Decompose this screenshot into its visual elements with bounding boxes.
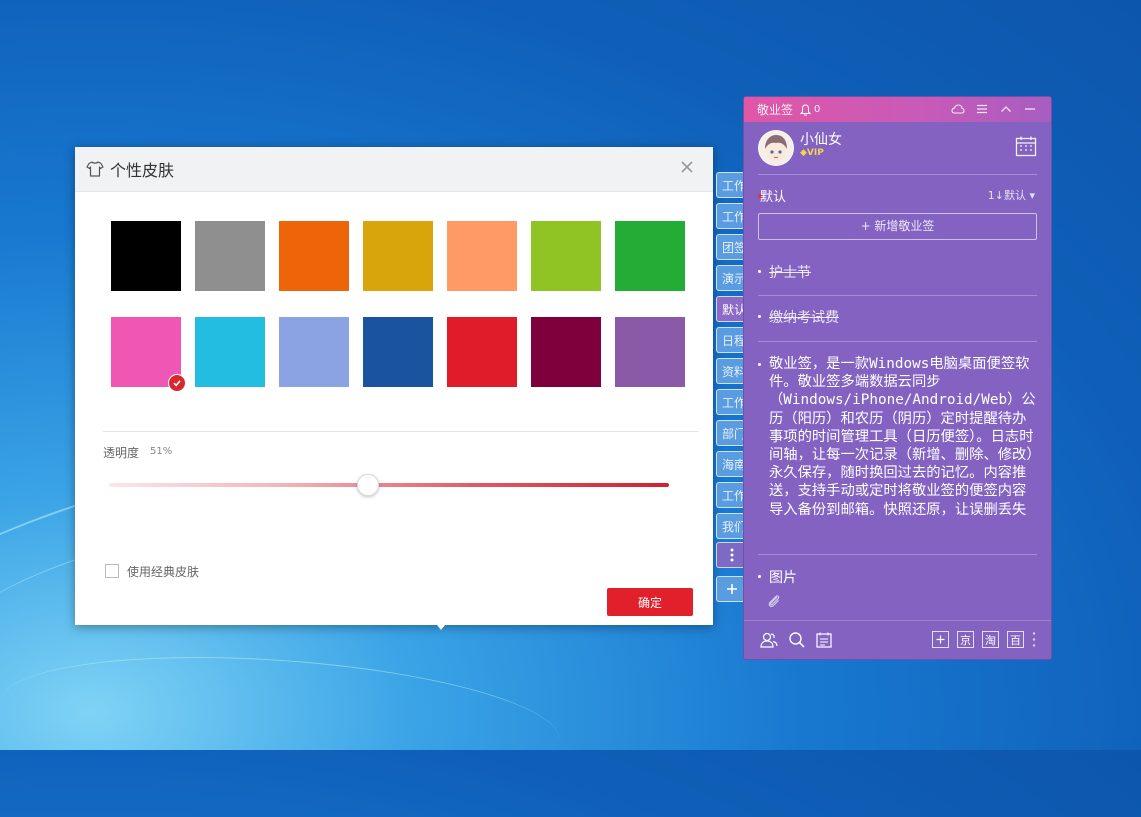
taobao-shortcut-icon[interactable]: 淘 — [982, 631, 999, 648]
username: 小仙女 — [800, 132, 842, 148]
confirm-button[interactable]: 确定 — [607, 588, 693, 616]
side-tab[interactable]: 我们 — [716, 513, 746, 539]
vip-badge: ◆VIP — [800, 148, 824, 158]
side-tab[interactable]: 部门 — [716, 420, 746, 446]
side-tab[interactable]: 日程 — [716, 327, 746, 353]
side-tab[interactable]: 海南 — [716, 451, 746, 477]
minimize-icon[interactable] — [1023, 102, 1037, 116]
bell-icon[interactable] — [800, 103, 812, 116]
opacity-slider-thumb[interactable] — [356, 474, 379, 496]
dialog-pointer — [437, 625, 445, 630]
side-tab[interactable]: 演示 — [716, 265, 746, 291]
divider — [758, 295, 1037, 296]
color-swatch[interactable] — [279, 221, 349, 291]
divider — [758, 174, 1037, 175]
caret-down-icon: ▾ — [1029, 189, 1035, 202]
note-item[interactable]: 缴纳考试费 — [758, 307, 1037, 327]
cloud-sync-icon[interactable] — [951, 102, 965, 116]
side-tab[interactable]: 工作 — [716, 389, 746, 415]
dialog-title: 个性皮肤 — [110, 161, 175, 180]
color-swatch[interactable] — [195, 317, 265, 387]
panel-bottom-bar: 京 淘 百 — [744, 621, 1051, 659]
search-icon[interactable] — [788, 631, 806, 649]
titlebar-controls — [951, 102, 1037, 116]
selected-check-icon — [168, 374, 186, 392]
color-swatch[interactable] — [615, 221, 685, 291]
panel-titlebar[interactable]: 敬业签 0 — [744, 97, 1051, 122]
side-tab[interactable]: 工作 — [716, 172, 746, 198]
color-swatch[interactable] — [111, 317, 186, 392]
avatar[interactable] — [758, 130, 794, 166]
vip-badge-label: VIP — [806, 148, 824, 158]
more-vertical-icon[interactable] — [1032, 631, 1036, 648]
bullet — [758, 270, 761, 273]
baidu-shortcut-icon[interactable]: 百 — [1007, 631, 1024, 648]
color-swatch[interactable] — [447, 221, 517, 291]
calendar-icon[interactable] — [1015, 135, 1037, 157]
note-text: 护士节 — [769, 265, 811, 281]
users-icon[interactable] — [760, 631, 778, 649]
plus-icon — [726, 584, 737, 594]
color-swatch[interactable] — [447, 317, 517, 387]
opacity-label: 透明度 — [103, 446, 140, 460]
bullet — [758, 363, 761, 366]
divider — [758, 341, 1037, 342]
side-tab[interactable]: 团签 — [716, 234, 746, 260]
opacity-value: 51% — [150, 446, 173, 457]
color-swatch[interactable] — [363, 317, 433, 387]
notification-count: 0 — [814, 104, 821, 115]
color-swatch[interactable] — [111, 221, 181, 291]
close-icon[interactable] — [679, 159, 695, 175]
plus-icon — [936, 635, 945, 644]
color-swatch[interactable] — [531, 317, 601, 387]
sort-dropdown[interactable]: 1↓默认 ▾ — [988, 187, 1035, 203]
new-note-button[interactable]: + 新增敬业签 — [758, 213, 1037, 240]
side-tab[interactable]: 工作 — [716, 482, 746, 508]
note-text: 缴纳考试费 — [769, 310, 839, 326]
classic-skin-checkbox[interactable] — [105, 564, 119, 578]
note-text: 敬业签，是一款Windows电脑桌面便签软件。敬业签多端数据云同步（Window… — [769, 356, 1036, 518]
add-square-icon[interactable] — [932, 631, 949, 648]
side-tab[interactable]: 工作 — [716, 203, 746, 229]
side-tab[interactable]: 资料 — [716, 358, 746, 384]
menu-icon[interactable] — [975, 102, 989, 116]
tshirt-icon — [86, 161, 104, 177]
side-tab[interactable]: 默认 — [716, 296, 746, 322]
more-tabs-button[interactable] — [716, 542, 746, 568]
color-swatch[interactable] — [363, 221, 433, 291]
classic-skin-label: 使用经典皮肤 — [127, 565, 200, 579]
dialog-header: 个性皮肤 — [75, 147, 713, 192]
jd-shortcut-icon[interactable]: 京 — [957, 631, 974, 648]
sort-label: 1↓默认 — [987, 189, 1026, 202]
calendar-list-icon[interactable] — [815, 631, 833, 649]
app-title: 敬业签 — [757, 103, 794, 117]
color-swatch[interactable] — [615, 317, 685, 387]
divider — [758, 554, 1037, 555]
opacity-slider-track[interactable] — [109, 483, 669, 487]
note-item[interactable]: 图片 — [758, 567, 1037, 587]
note-item[interactable]: 敬业签，是一款Windows电脑桌面便签软件。敬业签多端数据云同步（Window… — [758, 355, 1037, 519]
more-vertical-icon — [730, 548, 733, 562]
skin-dialog: 个性皮肤 透明度 51% 使用经典皮肤 确定 — [75, 147, 713, 630]
add-tab-button[interactable] — [716, 576, 746, 602]
bullet — [758, 315, 761, 318]
note-panel: 敬业签 0 小仙女 ◆VIP 默认 1↓默认 ▾ + 新增敬业签 护士节 缴纳考… — [743, 96, 1052, 660]
note-text: 图片 — [769, 570, 797, 586]
user-row: 小仙女 ◆VIP — [744, 122, 1051, 170]
note-item[interactable]: 护士节 — [758, 262, 1037, 282]
color-swatch[interactable] — [195, 221, 265, 291]
divider — [103, 431, 699, 432]
bullet — [758, 575, 761, 578]
chevron-up-icon[interactable] — [999, 102, 1013, 116]
paperclip-icon[interactable] — [766, 593, 782, 609]
color-swatch[interactable] — [279, 317, 349, 387]
category-label[interactable]: 默认 — [760, 186, 786, 205]
color-swatch[interactable] — [531, 221, 601, 291]
